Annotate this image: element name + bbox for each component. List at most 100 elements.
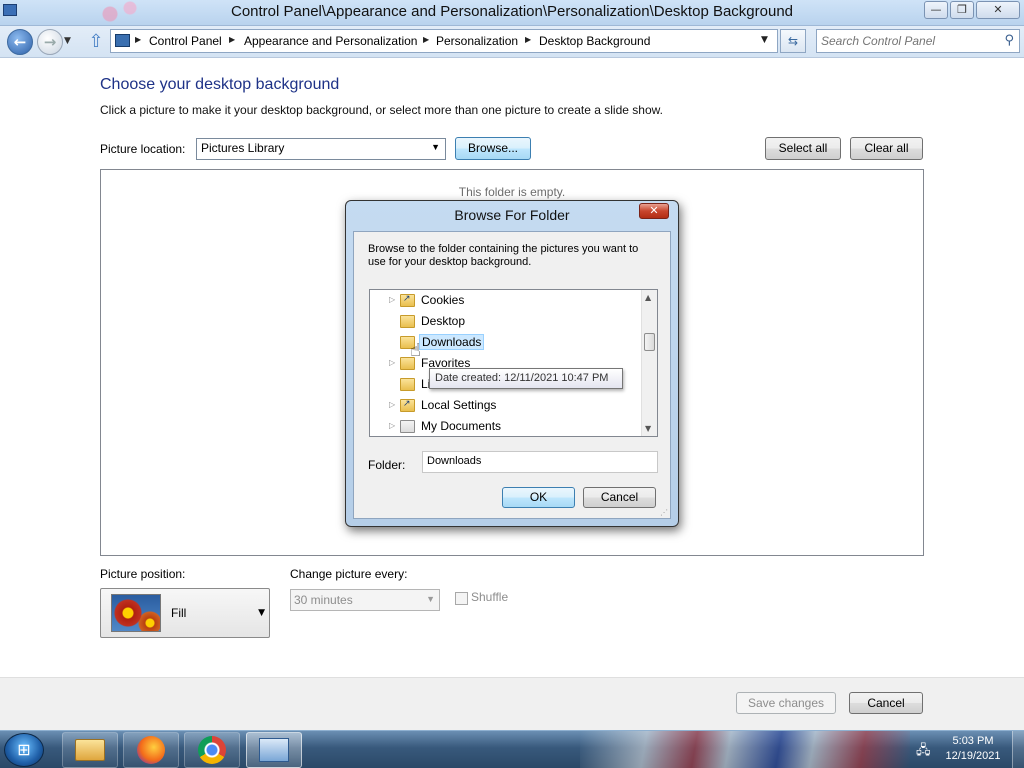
folder-name-field[interactable]: Downloads xyxy=(422,451,658,473)
picture-location-dropdown[interactable]: Pictures Library ▼ xyxy=(196,138,446,160)
scroll-down-icon[interactable]: ▼ xyxy=(645,424,651,433)
shuffle-checkbox[interactable] xyxy=(455,592,468,605)
chevron-right-icon[interactable]: ▶ xyxy=(135,35,141,44)
picture-position-dropdown[interactable]: Fill ▼ xyxy=(100,588,270,638)
show-desktop-button[interactable] xyxy=(1012,731,1024,768)
breadcrumb-appearance[interactable]: Appearance and Personalization xyxy=(244,34,417,48)
folder-label: Folder: xyxy=(368,458,406,472)
shortcut-folder-icon xyxy=(400,399,415,412)
expand-arrow-icon[interactable]: ▷ xyxy=(389,358,395,367)
firefox-icon xyxy=(137,736,165,764)
page-title: Choose your desktop background xyxy=(100,76,340,93)
dialog-cancel-button[interactable]: Cancel xyxy=(583,487,656,508)
windows-logo-icon: ⊞ xyxy=(17,740,31,759)
tree-item-desktop[interactable]: Desktop xyxy=(370,311,640,332)
restore-button[interactable]: ❐ xyxy=(950,1,974,19)
up-level-button[interactable]: ⇧ xyxy=(86,31,106,53)
navigation-bar: ← → ▼ ⇧ ▶ Control Panel ▶ Appearance and… xyxy=(0,26,1024,58)
recent-pages-dropdown[interactable]: ▼ xyxy=(64,36,74,48)
dialog-title: Browse For Folder xyxy=(454,207,570,223)
picture-position-value: Fill xyxy=(171,606,187,620)
expand-arrow-icon[interactable]: ▷ xyxy=(389,400,395,409)
refresh-button[interactable]: ⇆ xyxy=(780,29,806,53)
system-clock[interactable]: 5:03 PM 12/19/2021 xyxy=(936,734,1010,764)
chevron-right-icon[interactable]: ▶ xyxy=(229,35,235,44)
window-title: Control Panel\Appearance and Personaliza… xyxy=(230,3,794,20)
shortcut-folder-icon xyxy=(400,294,415,307)
expand-arrow-icon[interactable]: ▷ xyxy=(389,421,395,430)
browse-button[interactable]: Browse... xyxy=(455,137,531,160)
tree-item-local-settings[interactable]: ▷ Local Settings xyxy=(370,395,640,416)
taskbar-control-panel[interactable] xyxy=(246,732,302,768)
scroll-up-icon[interactable]: ▲ xyxy=(645,293,651,302)
change-picture-value: 30 minutes xyxy=(294,593,353,607)
browse-for-folder-dialog: Browse For Folder ✕ Browse to the folder… xyxy=(345,200,679,527)
select-all-button[interactable]: Select all xyxy=(765,137,841,160)
tree-item-my-documents[interactable]: ▷ My Documents xyxy=(370,416,640,436)
hand-cursor-icon: ☝ xyxy=(410,340,421,361)
ok-button[interactable]: OK xyxy=(502,487,575,508)
library-folder-icon xyxy=(400,378,415,391)
search-input[interactable] xyxy=(821,33,991,49)
address-history-dropdown[interactable]: ▼ xyxy=(761,35,768,45)
dialog-instructions: Browse to the folder containing the pict… xyxy=(368,243,639,268)
change-picture-label: Change picture every: xyxy=(290,567,408,581)
forward-button[interactable]: → xyxy=(37,29,63,55)
expand-arrow-icon[interactable]: ▷ xyxy=(389,295,395,304)
tooltip: Date created: 12/11/2021 10:47 PM xyxy=(429,368,623,389)
taskbar-chrome[interactable] xyxy=(184,732,240,768)
tree-item-label: Desktop xyxy=(421,314,466,328)
tree-scrollbar[interactable]: ▲ ▼ xyxy=(641,290,657,436)
up-arrow-icon: ⇧ xyxy=(88,31,104,52)
clear-all-button[interactable]: Clear all xyxy=(850,137,923,160)
taskbar-wallpaper-graphic xyxy=(580,731,910,768)
chevron-right-icon[interactable]: ▶ xyxy=(423,35,429,44)
network-icon[interactable]: 🖧 xyxy=(916,741,931,763)
breadcrumb-control-panel[interactable]: Control Panel xyxy=(149,34,222,48)
taskbar-firefox[interactable] xyxy=(123,732,179,768)
chevron-right-icon[interactable]: ▶ xyxy=(525,35,531,44)
search-box[interactable]: ⚲ xyxy=(816,29,1020,53)
resize-grip-icon[interactable]: ⋰ xyxy=(660,508,668,517)
forward-arrow-icon: → xyxy=(43,33,57,51)
tree-item-cookies[interactable]: ▷ Cookies xyxy=(370,290,640,311)
folder-icon xyxy=(75,739,105,761)
dialog-close-button[interactable]: ✕ xyxy=(639,203,669,219)
empty-folder-message: This folder is empty. xyxy=(458,185,566,199)
taskbar-windows-explorer[interactable] xyxy=(62,732,118,768)
picture-location-value: Pictures Library xyxy=(201,141,285,155)
breadcrumb-personalization[interactable]: Personalization xyxy=(436,34,518,48)
save-changes-button[interactable]: Save changes xyxy=(736,692,836,714)
documents-folder-icon xyxy=(400,420,415,433)
picture-position-label: Picture position: xyxy=(100,567,186,581)
search-icon[interactable]: ⚲ xyxy=(1004,33,1014,48)
page-description: Click a picture to make it your desktop … xyxy=(100,103,663,117)
tree-item-label: Cookies xyxy=(421,293,465,307)
tree-item-label: Downloads xyxy=(419,334,485,350)
breadcrumb-desktop-background[interactable]: Desktop Background xyxy=(539,34,650,48)
change-picture-interval-dropdown[interactable]: 30 minutes ▼ xyxy=(290,589,440,611)
picture-position-preview xyxy=(111,594,161,632)
taskbar: ⊞ 🖧 5:03 PM 12/19/2021 xyxy=(0,730,1024,768)
address-bar[interactable]: ▶ Control Panel ▶ Appearance and Persona… xyxy=(110,29,778,53)
tree-item-label: Local Settings xyxy=(421,398,497,412)
dropdown-arrow-icon: ▼ xyxy=(258,608,265,618)
cancel-button[interactable]: Cancel xyxy=(849,692,923,714)
close-button[interactable]: ✕ xyxy=(976,1,1020,19)
clock-time: 5:03 PM xyxy=(952,735,994,747)
refresh-icon: ⇆ xyxy=(787,34,799,48)
dropdown-arrow-icon: ▼ xyxy=(431,142,440,152)
shuffle-label: Shuffle xyxy=(471,590,509,604)
folder-tree[interactable]: ▷ Cookies Desktop Downloads ▷ Favorites … xyxy=(369,289,658,437)
chrome-icon xyxy=(198,736,226,764)
start-button[interactable]: ⊞ xyxy=(4,733,44,767)
back-arrow-icon: ← xyxy=(13,33,27,51)
clock-date: 12/19/2021 xyxy=(945,750,1001,762)
scrollbar-thumb[interactable] xyxy=(644,333,655,351)
picture-location-label: Picture location: xyxy=(100,142,186,156)
back-button[interactable]: ← xyxy=(7,29,33,55)
tree-item-label: My Documents xyxy=(421,419,502,433)
dropdown-arrow-icon: ▼ xyxy=(426,594,435,604)
folder-icon xyxy=(400,315,415,328)
minimize-button[interactable]: — xyxy=(924,1,948,19)
